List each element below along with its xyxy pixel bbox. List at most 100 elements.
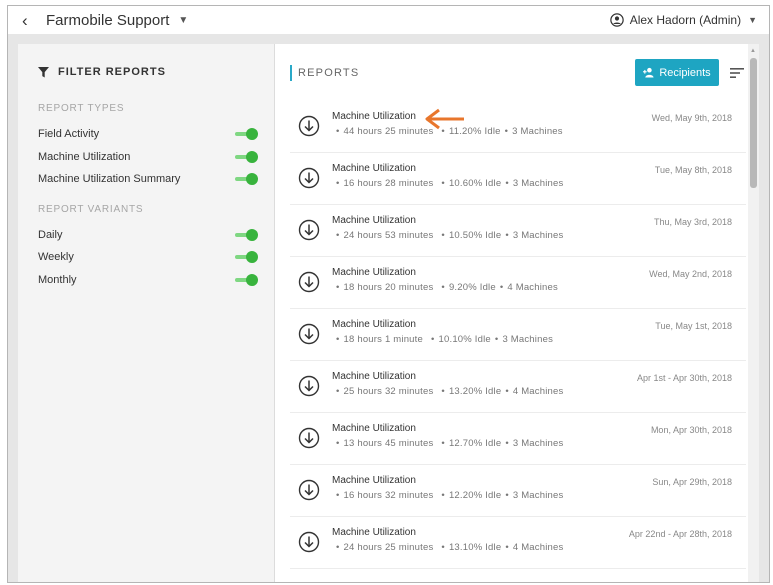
report-hours: 13 hours 45 minutes <box>343 438 434 449</box>
report-item[interactable]: Machine Utilization • 16 hours 28 minutes… <box>290 153 746 205</box>
download-circle-icon[interactable] <box>298 115 320 137</box>
report-hours: 18 hours 1 minute <box>343 334 423 345</box>
download-circle-icon[interactable] <box>298 531 320 553</box>
report-idle: 11.20% Idle <box>448 126 501 137</box>
report-meta: • 16 hours 28 minutes • 10.60% Idle • 3 Machi… <box>336 178 564 189</box>
toggle-switch[interactable] <box>234 128 258 141</box>
report-item[interactable]: Machine Utilization • 16 hours 32 minutes… <box>290 465 746 517</box>
report-idle: 12.70% Idle <box>448 438 502 449</box>
report-machines: 4 Machines <box>507 282 558 293</box>
report-title: Machine Utilization <box>332 163 416 174</box>
filter-icon <box>38 66 49 78</box>
report-hours: 16 hours 28 minutes <box>343 178 434 189</box>
toggle-row-weekly: Weekly <box>18 246 274 269</box>
report-date: Wed, May 2nd, 2018 <box>649 269 732 279</box>
report-meta: • 13 hours 45 minutes • 12.70% Idle • 3 Machi… <box>336 438 564 449</box>
download-circle-icon[interactable] <box>298 219 320 241</box>
report-date: Sun, Apr 29th, 2018 <box>652 477 732 487</box>
report-list: Machine Utilization • 44 hours 25 minutes… <box>290 101 746 569</box>
content-area: FILTER REPORTS REPORT TYPES Field Activi… <box>8 34 769 582</box>
report-machines: 3 Machines <box>512 490 564 501</box>
report-idle: 9.20% Idle <box>448 282 496 293</box>
download-circle-icon[interactable] <box>298 323 320 345</box>
report-machines: 3 Machines <box>512 126 563 137</box>
app-title[interactable]: Farmobile Support <box>46 12 169 29</box>
report-date: Apr 22nd - Apr 28th, 2018 <box>628 529 732 539</box>
toggle-label: Machine Utilization Summary <box>38 173 181 186</box>
toggle-switch[interactable] <box>234 173 258 186</box>
recipients-label: Recipients <box>659 66 711 79</box>
accent-bar <box>290 65 292 81</box>
toggle-switch[interactable] <box>234 228 258 241</box>
report-item[interactable]: Machine Utilization • 24 hours 25 minutes… <box>290 517 746 569</box>
report-machines: 3 Machines <box>502 334 554 345</box>
reports-panel: REPORTS Recipients Machine Utilization •… <box>275 44 759 582</box>
report-item[interactable]: Machine Utilization • 13 hours 45 minutes… <box>290 413 746 465</box>
report-machines: 4 Machines <box>512 386 564 397</box>
toggle-row-machine-utilization-summary: Machine Utilization Summary <box>18 168 274 191</box>
report-item[interactable]: Machine Utilization • 44 hours 25 minutes… <box>290 101 746 153</box>
filter-header: FILTER REPORTS <box>18 44 274 78</box>
report-date: Tue, May 1st, 2018 <box>655 321 732 331</box>
user-name: Alex Hadorn (Admin) <box>629 13 742 27</box>
report-hours: 24 hours 25 minutes <box>343 542 434 553</box>
report-meta: • 44 hours 25 minutes • 11.20% Idle • 3 Machi… <box>336 126 563 137</box>
toggle-row-machine-utilization: Machine Utilization <box>18 146 274 169</box>
report-meta: • 24 hours 53 minutes • 10.50% Idle • 3 Machi… <box>336 230 564 241</box>
report-title: Machine Utilization <box>332 319 416 330</box>
scrollbar[interactable]: ▲ <box>748 44 759 582</box>
report-idle: 10.60% Idle <box>448 178 502 189</box>
toggle-switch[interactable] <box>234 273 258 286</box>
download-circle-icon[interactable] <box>298 479 320 501</box>
recipients-button[interactable]: Recipients <box>635 59 719 86</box>
report-idle: 10.10% Idle <box>438 334 491 345</box>
report-title: Machine Utilization <box>332 111 416 122</box>
sort-lines-icon[interactable] <box>730 67 744 79</box>
toggle-row-daily: Daily <box>18 224 274 247</box>
report-meta: • 18 hours 20 minutes • 9.20% Idle • 4 Machin… <box>336 282 558 293</box>
report-item[interactable]: Machine Utilization • 18 hours 1 minute • 1… <box>290 309 746 361</box>
report-meta: • 16 hours 32 minutes • 12.20% Idle • 3 Machi… <box>336 490 564 501</box>
report-date: Apr 1st - Apr 30th, 2018 <box>636 373 732 383</box>
report-machines: 4 Machines <box>512 542 564 553</box>
report-hours: 44 hours 25 minutes <box>343 126 434 137</box>
toggle-switch[interactable] <box>234 251 258 264</box>
toggle-label: Machine Utilization <box>38 150 131 163</box>
toggle-label: Field Activity <box>38 128 100 141</box>
report-item[interactable]: Machine Utilization • 25 hours 32 minutes… <box>290 361 746 413</box>
download-circle-icon[interactable] <box>298 167 320 189</box>
scrollbar-thumb[interactable] <box>750 58 757 188</box>
report-item[interactable]: Machine Utilization • 24 hours 53 minutes… <box>290 205 746 257</box>
scroll-up-icon[interactable]: ▲ <box>750 48 756 54</box>
report-types-list: Field Activity Machine Utilization Machi… <box>18 123 274 191</box>
report-idle: 12.20% Idle <box>448 490 502 501</box>
report-hours: 16 hours 32 minutes <box>343 490 434 501</box>
report-variants-list: Daily Weekly Monthly <box>18 224 274 292</box>
report-idle: 13.10% Idle <box>448 542 502 553</box>
filter-sidebar: FILTER REPORTS REPORT TYPES Field Activi… <box>18 44 275 582</box>
report-date: Tue, May 8th, 2018 <box>654 165 732 175</box>
report-date: Mon, Apr 30th, 2018 <box>650 425 732 435</box>
download-circle-icon[interactable] <box>298 375 320 397</box>
caret-down-icon: ▼ <box>748 15 757 25</box>
report-title: Machine Utilization <box>332 423 416 434</box>
user-menu[interactable]: Alex Hadorn (Admin) ▼ <box>609 13 757 27</box>
toggle-row-monthly: Monthly <box>18 269 274 292</box>
reports-header: REPORTS Recipients <box>275 44 759 101</box>
filter-title: FILTER REPORTS <box>58 66 166 78</box>
toggle-label: Daily <box>38 228 63 241</box>
report-item[interactable]: Machine Utilization • 18 hours 20 minutes… <box>290 257 746 309</box>
report-meta: • 24 hours 25 minutes • 13.10% Idle • 4 Machi… <box>336 542 564 553</box>
chevron-left-icon[interactable]: ‹ <box>22 12 36 29</box>
report-types-label: REPORT TYPES <box>38 103 125 114</box>
report-title: Machine Utilization <box>332 267 416 278</box>
top-bar: ‹ Farmobile Support ▼ Alex Hadorn (Admin… <box>8 6 769 34</box>
toggle-switch[interactable] <box>234 150 258 163</box>
download-circle-icon[interactable] <box>298 427 320 449</box>
toggle-label: Weekly <box>38 251 74 264</box>
report-meta: • 18 hours 1 minute • 10.10% Idle • 3 Machine… <box>336 334 554 345</box>
download-circle-icon[interactable] <box>298 271 320 293</box>
report-hours: 18 hours 20 minutes <box>343 282 434 293</box>
caret-down-icon[interactable]: ▼ <box>178 15 188 26</box>
report-title: Machine Utilization <box>332 371 416 382</box>
